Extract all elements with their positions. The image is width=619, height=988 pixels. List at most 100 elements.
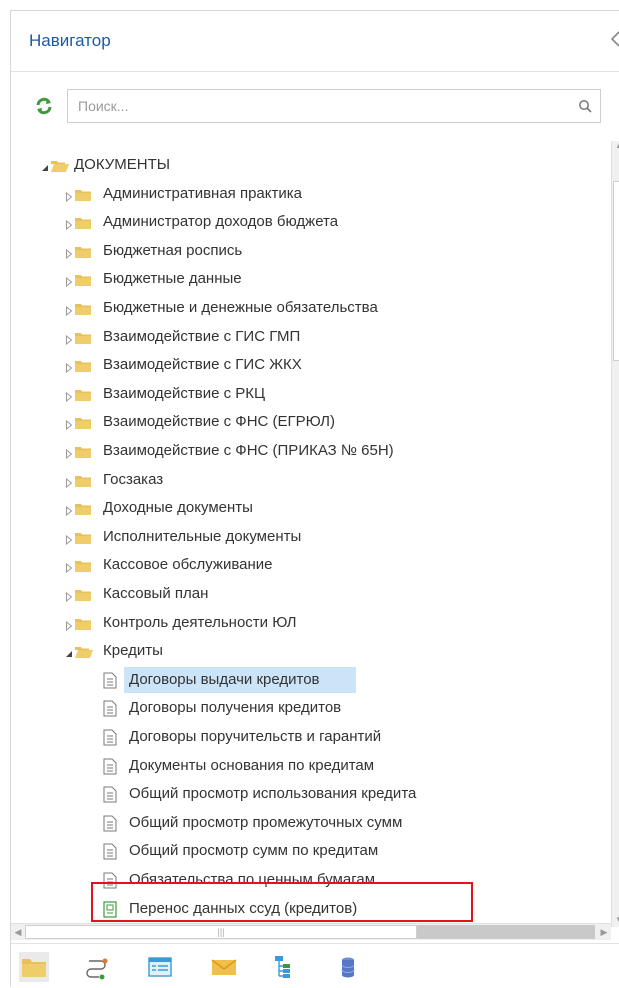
tree-folder-label: Взаимодействие с ФНС (ЕГРЮЛ): [103, 413, 335, 430]
tree-folder-label: Взаимодействие с ГИС ЖКХ: [103, 356, 302, 373]
tree-folder-credits[interactable]: Кредиты: [11, 637, 611, 665]
folder-icon: [75, 245, 91, 258]
tree-document-label: Общий просмотр промежуточных сумм: [129, 814, 403, 831]
bottom-toolbar: [11, 943, 619, 988]
expand-toggle-icon[interactable]: [65, 246, 73, 260]
tree-folder-item[interactable]: Административная практика: [11, 180, 611, 208]
tree-document-item[interactable]: Общий просмотр использования кредита: [11, 780, 611, 808]
tree-folder-item[interactable]: Взаимодействие с ФНС (ЕГРЮЛ): [11, 408, 611, 436]
document-icon: [103, 672, 117, 689]
tree-folder-item[interactable]: Администратор доходов бюджета: [11, 208, 611, 236]
vertical-scroll-thumb[interactable]: [613, 181, 619, 361]
tree-folder-label: Взаимодействие с РКЦ: [103, 385, 266, 402]
expand-toggle-icon[interactable]: [65, 389, 73, 403]
tree-folder-item[interactable]: Взаимодействие с ФНС (ПРИКАЗ № 65Н): [11, 437, 611, 465]
tree-folder-label: ДОКУМЕНТЫ: [74, 156, 171, 173]
tree-folder-item[interactable]: Кассовый план: [11, 580, 611, 608]
scroll-down-arrow-icon[interactable]: ▼: [612, 915, 619, 927]
tree-document-item[interactable]: Общий просмотр промежуточных сумм: [11, 809, 611, 837]
tree-folder-label: Бюджетные данные: [103, 270, 242, 287]
folder-icon: [75, 273, 91, 286]
folder-icon: [75, 474, 91, 487]
tree-folder-item[interactable]: Исполнительные документы: [11, 523, 611, 551]
tree-folder-item[interactable]: Бюджетная роспись: [11, 237, 611, 265]
tree-folder-item[interactable]: Взаимодействие с РКЦ: [11, 380, 611, 408]
tree-folder-label: Бюджетная роспись: [103, 242, 243, 259]
expand-toggle-icon[interactable]: [65, 332, 73, 346]
expand-toggle-icon[interactable]: [65, 446, 73, 460]
scroll-left-arrow-icon[interactable]: ◀: [11, 925, 25, 939]
search-icon[interactable]: [578, 99, 592, 113]
tree-folder-item[interactable]: Бюджетные и денежные обязательства: [11, 294, 611, 322]
tree-folder-item[interactable]: Контроль деятельности ЮЛ: [11, 609, 611, 637]
tree-document-item[interactable]: Договоры получения кредитов: [11, 694, 611, 722]
list-window-icon[interactable]: [145, 952, 175, 982]
tree-folder-label: Доходные документы: [103, 499, 253, 516]
folder-icon: [75, 588, 91, 601]
transfer-document-icon: [103, 901, 117, 918]
tree-folder-label: Взаимодействие с ГИС ГМП: [103, 328, 301, 345]
expand-toggle-icon[interactable]: [65, 217, 73, 231]
folder-icon[interactable]: [19, 952, 49, 982]
search-input[interactable]: [76, 97, 560, 115]
folder-open-icon: [51, 159, 69, 172]
navigator-header: Навигатор: [11, 11, 619, 72]
document-icon: [103, 729, 117, 746]
tree-document-label: Общий просмотр сумм по кредитам: [129, 842, 379, 859]
horizontal-scroll-thumb[interactable]: |||: [25, 925, 417, 939]
collapse-toggle-icon[interactable]: [41, 160, 49, 171]
tree-document-item[interactable]: Общий просмотр сумм по кредитам: [11, 837, 611, 865]
expand-toggle-icon[interactable]: [65, 303, 73, 317]
document-icon: [103, 843, 117, 860]
expand-toggle-icon[interactable]: [65, 589, 73, 603]
database-icon[interactable]: [333, 952, 363, 982]
horizontal-scrollbar[interactable]: ◀ ||| ▶: [11, 923, 611, 940]
expand-toggle-icon[interactable]: [65, 189, 73, 203]
horizontal-scroll-track[interactable]: [417, 925, 595, 939]
expand-toggle-icon[interactable]: [65, 417, 73, 431]
tree-document-item-selected[interactable]: Договоры выдачи кредитов: [11, 666, 611, 694]
tree-folder-item[interactable]: Взаимодействие с ГИС ГМП: [11, 323, 611, 351]
expand-toggle-icon[interactable]: [65, 274, 73, 288]
expand-toggle-icon[interactable]: [65, 560, 73, 574]
collapse-toggle-icon[interactable]: [65, 646, 73, 657]
tree-document-label: Договоры поручительств и гарантий: [129, 728, 382, 745]
tree-folder-label: Исполнительные документы: [103, 528, 302, 545]
folder-icon: [75, 445, 91, 458]
expand-toggle-icon[interactable]: [65, 532, 73, 546]
folder-icon: [75, 302, 91, 315]
tree-document-item[interactable]: Обязательства по ценным бумагам: [11, 866, 611, 894]
folder-icon: [75, 531, 91, 544]
refresh-icon[interactable]: [35, 97, 53, 115]
scroll-up-arrow-icon[interactable]: ▲: [612, 141, 619, 153]
collapse-panel-chevron-left-icon[interactable]: [608, 27, 619, 51]
tree-folder-label: Кассовый план: [103, 585, 209, 602]
tree-folder-label: Взаимодействие с ФНС (ПРИКАЗ № 65Н): [103, 442, 394, 459]
folder-icon: [75, 216, 91, 229]
folder-open-icon: [75, 645, 93, 658]
expand-toggle-icon[interactable]: [65, 618, 73, 632]
tree-document-item[interactable]: Перенос данных ссуд (кредитов): [11, 895, 611, 923]
tree-folder-item[interactable]: Госзаказ: [11, 466, 611, 494]
folder-icon: [75, 331, 91, 344]
tree-folder-item[interactable]: Взаимодействие с ГИС ЖКХ: [11, 351, 611, 379]
expand-toggle-icon[interactable]: [65, 360, 73, 374]
mail-icon[interactable]: [209, 952, 239, 982]
vertical-scrollbar[interactable]: ▲ ▼: [611, 141, 619, 927]
tree-root-documents[interactable]: ДОКУМЕНТЫ: [11, 151, 611, 179]
tree-document-item[interactable]: Договоры поручительств и гарантий: [11, 723, 611, 751]
tree-document-item[interactable]: Документы основания по кредитам: [11, 752, 611, 780]
scroll-right-arrow-icon[interactable]: ▶: [597, 925, 611, 939]
tree-folder-item[interactable]: Кассовое обслуживание: [11, 551, 611, 579]
tree-folder-item[interactable]: Бюджетные данные: [11, 265, 611, 293]
tree-folder-item[interactable]: Доходные документы: [11, 494, 611, 522]
navigator-title: Навигатор: [29, 31, 111, 50]
expand-toggle-icon[interactable]: [65, 503, 73, 517]
tree-structure-icon[interactable]: [267, 952, 297, 982]
navigator-tree: ДОКУМЕНТЫ Административная практика Адми…: [11, 139, 611, 931]
document-icon: [103, 872, 117, 889]
expand-toggle-icon[interactable]: [65, 475, 73, 489]
search-box: [67, 89, 601, 123]
tree-folder-label: Административная практика: [103, 185, 302, 202]
workflow-icon[interactable]: [81, 952, 111, 982]
